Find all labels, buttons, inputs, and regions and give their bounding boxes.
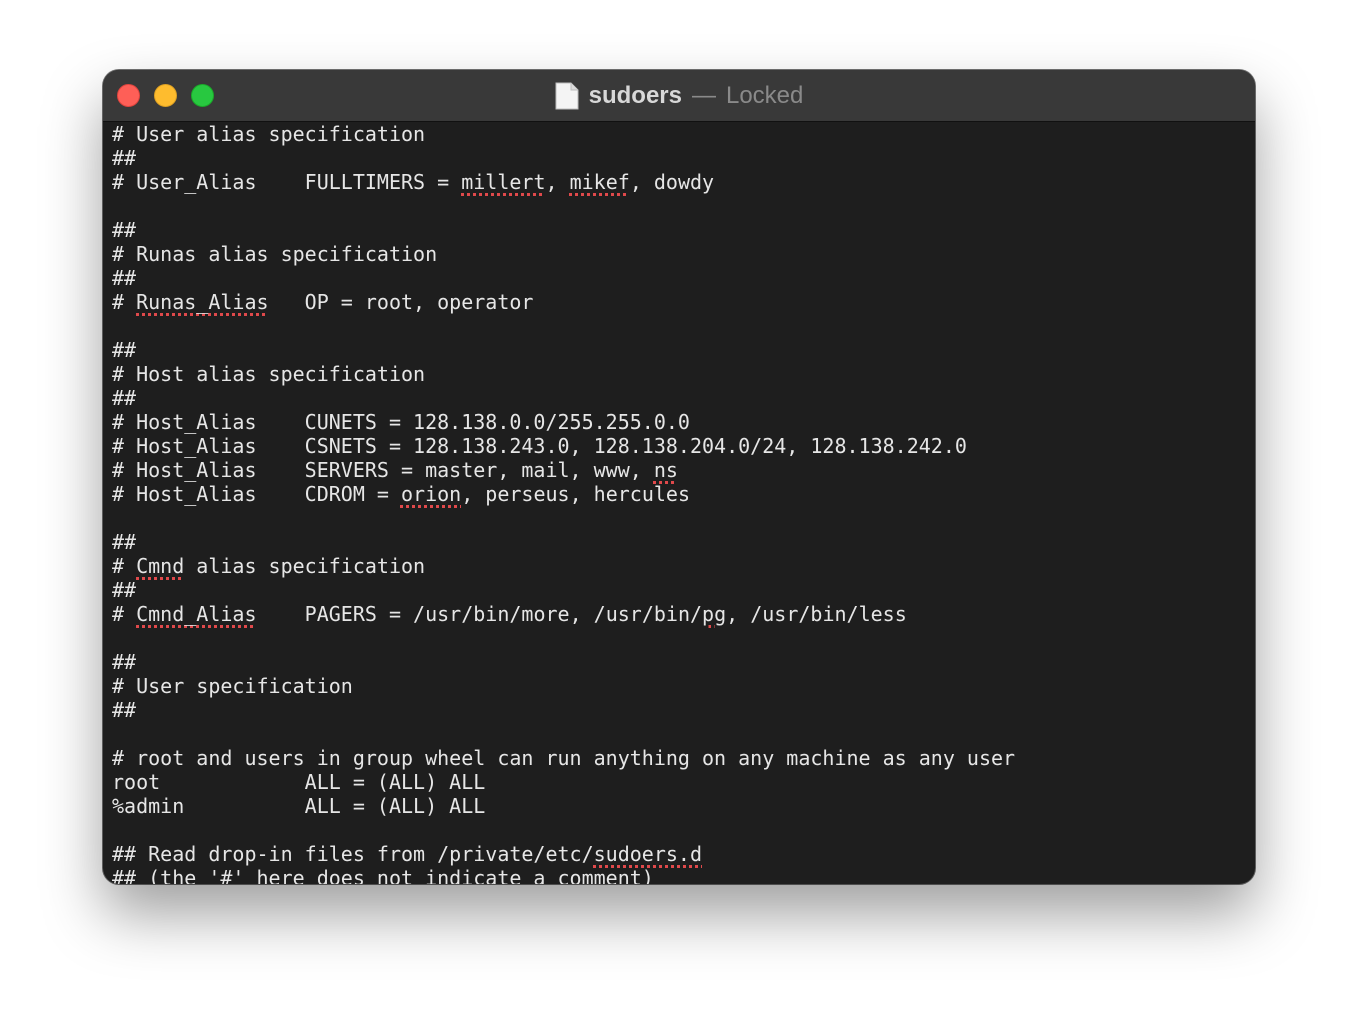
text-segment: ## (112, 530, 137, 554)
text-line: # Host_Alias CDROM = orion, perseus, her… (112, 482, 1255, 506)
text-segment: # Host_Alias CDROM = (112, 482, 401, 506)
text-segment: # User alias specification (112, 122, 426, 146)
text-segment: # User specification (112, 674, 353, 698)
text-segment: , (545, 170, 570, 194)
text-segment: ## (112, 266, 137, 290)
text-line (112, 194, 1255, 218)
text-segment: # User_Alias FULLTIMERS = (112, 170, 462, 194)
spellcheck-flagged-word: mikef (569, 170, 630, 194)
text-line: # root and users in group wheel can run … (112, 746, 1255, 770)
text-line: # Cmnd alias specification (112, 554, 1255, 578)
title-separator: — (691, 82, 716, 109)
spellcheck-flagged-word: Cmnd (136, 554, 185, 578)
document-icon (555, 82, 579, 110)
text-line: ## Read drop-in files from /private/etc/… (112, 842, 1255, 866)
text-segment: # (112, 554, 137, 578)
text-line: ## (112, 578, 1255, 602)
text-line: ## (112, 338, 1255, 362)
text-line (112, 626, 1255, 650)
text-segment: # root and users in group wheel can run … (112, 746, 1016, 770)
text-segment: ## (112, 338, 137, 362)
text-segment: ## Read drop-in files from /private/etc/ (112, 842, 594, 866)
text-segment: # Host_Alias SERVERS = master, mail, www… (112, 458, 654, 482)
text-segment: ## (112, 650, 137, 674)
spellcheck-flagged-word: ns (653, 458, 678, 482)
text-line: # Runas_Alias OP = root, operator (112, 290, 1255, 314)
text-line: # User alias specification (112, 122, 1255, 146)
text-line: ## (112, 386, 1255, 410)
text-segment: # Host_Alias CUNETS = 128.138.0.0/255.25… (112, 410, 690, 434)
text-segment: PAGERS = /usr/bin/more, /usr/bin/ (256, 602, 703, 626)
text-line: ## (112, 650, 1255, 674)
text-segment: ## (112, 218, 137, 242)
text-line: # Host_Alias CSNETS = 128.138.243.0, 128… (112, 434, 1255, 458)
text-segment: root ALL = (ALL) ALL (112, 770, 486, 794)
text-line: ## (112, 146, 1255, 170)
text-segment: ## (112, 386, 137, 410)
text-line: # User specification (112, 674, 1255, 698)
text-segment: ## (112, 146, 137, 170)
spellcheck-flagged-word: pg (702, 602, 727, 626)
text-line: %admin ALL = (ALL) ALL (112, 794, 1255, 818)
spellcheck-flagged-word: orion (400, 482, 462, 506)
text-segment: , dowdy (629, 170, 715, 194)
text-line: # Host_Alias SERVERS = master, mail, www… (112, 458, 1255, 482)
text-line: ## (112, 266, 1255, 290)
text-line: ## (112, 698, 1255, 722)
spellcheck-flagged-word: Runas_Alias (136, 290, 269, 314)
text-line: root ALL = (ALL) ALL (112, 770, 1255, 794)
text-segment: %admin ALL = (ALL) ALL (112, 794, 486, 818)
spellcheck-flagged-word: Cmnd_Alias (136, 602, 257, 626)
text-segment: , /usr/bin/less (726, 602, 907, 626)
text-line: # Host_Alias CUNETS = 128.138.0.0/255.25… (112, 410, 1255, 434)
spellcheck-flagged-word: millert (461, 170, 546, 194)
text-line: ## (112, 530, 1255, 554)
text-segment: ## (112, 578, 137, 602)
text-line: # Cmnd_Alias PAGERS = /usr/bin/more, /us… (112, 602, 1255, 626)
title-bar: sudoers — Locked (103, 70, 1255, 122)
text-segment: OP = root, operator (268, 290, 534, 314)
text-line (112, 506, 1255, 530)
text-line: ## (the '#' here does not indicate a com… (112, 866, 1255, 884)
text-segment: alias specification (184, 554, 426, 578)
document-status: Locked (725, 82, 804, 109)
text-line: # Runas alias specification (112, 242, 1255, 266)
text-segment: # (112, 290, 137, 314)
text-line: # Host alias specification (112, 362, 1255, 386)
text-segment: # Runas alias specification (112, 242, 438, 266)
text-segment: # Host_Alias CSNETS = 128.138.243.0, 128… (112, 434, 967, 458)
editor-window: sudoers — Locked # User alias specificat… (103, 70, 1255, 884)
text-editor-area[interactable]: # User alias specification ## # User_Alias… (103, 122, 1255, 884)
document-name: sudoers (588, 82, 682, 109)
text-segment: , perseus, hercules (461, 482, 690, 506)
text-segment: # Host alias specification (112, 362, 426, 386)
text-segment: # (112, 602, 137, 626)
text-segment: ## (the '#' here does not indicate a com… (112, 866, 654, 884)
text-segment: ## (112, 698, 137, 722)
text-line (112, 314, 1255, 338)
text-line (112, 722, 1255, 746)
text-line: # User_Alias FULLTIMERS = millert, mikef… (112, 170, 1255, 194)
text-line: ## (112, 218, 1255, 242)
window-title: sudoers — Locked (103, 70, 1255, 122)
spellcheck-flagged-word: sudoers.d (593, 842, 703, 866)
text-line (112, 818, 1255, 842)
